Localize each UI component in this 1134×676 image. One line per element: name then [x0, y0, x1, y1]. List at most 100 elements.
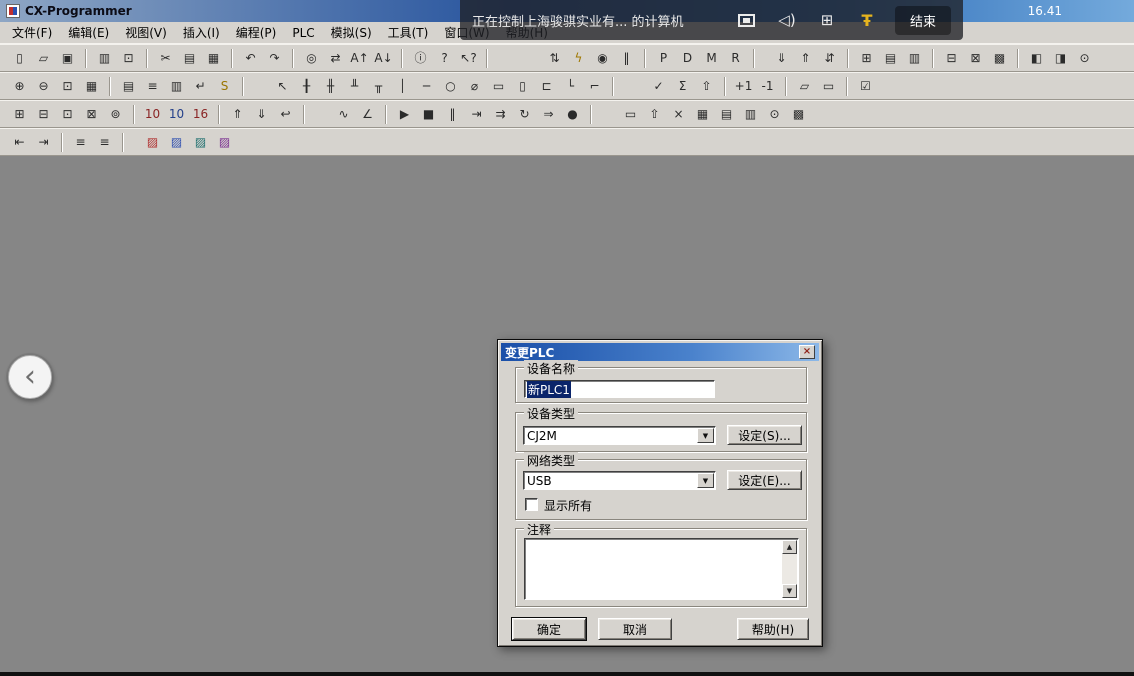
sim-run-to-cursor-button[interactable]: ⇒	[537, 103, 560, 125]
set-value-button[interactable]: ▥	[739, 103, 762, 125]
new-instruction-button[interactable]: ▭	[487, 75, 510, 97]
menu-program[interactable]: 编程(P)	[228, 21, 285, 44]
sim-breakpoint-button[interactable]: ●	[561, 103, 584, 125]
toggle-grid-button[interactable]: ▦	[80, 75, 103, 97]
replace-button[interactable]: ⇄	[324, 47, 347, 69]
cascade-windows-button[interactable]: ◨	[1049, 47, 1072, 69]
network-type-settings-button[interactable]: 设定(E)...	[727, 470, 802, 490]
clock-pulse-button[interactable]: ⊙	[763, 103, 786, 125]
new-coil-button[interactable]: ○	[439, 75, 462, 97]
monitor-hex-button[interactable]: 16	[189, 103, 212, 125]
remove-line-button[interactable]: ⌐	[583, 75, 606, 97]
chevron-down-icon[interactable]: ▼	[697, 428, 714, 443]
undo-button[interactable]: ↶	[239, 47, 262, 69]
cut-button[interactable]: ✂	[154, 47, 177, 69]
forced-reset-button[interactable]: ▨	[165, 131, 188, 153]
monitor-signed-button[interactable]: 10	[165, 103, 188, 125]
compare-with-plc-button[interactable]: ⇵	[818, 47, 841, 69]
select-mode-button[interactable]: ↖	[271, 75, 294, 97]
menu-plc[interactable]: PLC	[284, 23, 322, 43]
open-button[interactable]: ▱	[32, 47, 55, 69]
monitor-button[interactable]: ◉	[591, 47, 614, 69]
speaker-icon[interactable]: ◁)	[773, 8, 801, 32]
cross-reference-button[interactable]: ⊠	[964, 47, 987, 69]
io-monitor-button[interactable]: ▦	[691, 103, 714, 125]
address-increment-button[interactable]: +1	[732, 75, 755, 97]
search-down-button[interactable]: A↓	[372, 47, 395, 69]
io-comment-button[interactable]: ≡	[141, 75, 164, 97]
scroll-track[interactable]	[782, 554, 797, 584]
zoom-in-button[interactable]: ⊕	[8, 75, 31, 97]
next-reference-button[interactable]: ⇓	[250, 103, 273, 125]
run-mode-button[interactable]: R	[724, 47, 747, 69]
symbols-window-button[interactable]: ⊚	[104, 103, 127, 125]
symbol-list-button[interactable]: ≡	[69, 131, 92, 153]
copy-button[interactable]: ▤	[178, 47, 201, 69]
show-options-button[interactable]: ☑	[854, 75, 877, 97]
time-chart-button[interactable]: ∠	[356, 103, 379, 125]
options-window-button[interactable]: ⊙	[1073, 47, 1096, 69]
address-list-button[interactable]: ≡	[93, 131, 116, 153]
context-help-button[interactable]: ↖?	[457, 47, 480, 69]
print-preview-button[interactable]: ⊡	[117, 47, 140, 69]
refresh-values-button[interactable]: ▨	[213, 131, 236, 153]
output-window-button[interactable]: ⊟	[32, 103, 55, 125]
new-closed-coil-button[interactable]: ⌀	[463, 75, 486, 97]
chevron-down-icon[interactable]: ▼	[697, 473, 714, 488]
wrap-comment-button[interactable]: ↵	[189, 75, 212, 97]
program-check-button[interactable]: ✓	[647, 75, 670, 97]
horizontal-line-button[interactable]: ─	[415, 75, 438, 97]
debug-mode-button[interactable]: D	[676, 47, 699, 69]
io-table-button[interactable]: ⊞	[855, 47, 878, 69]
sim-step-button[interactable]: ⇥	[465, 103, 488, 125]
pause-monitor-button[interactable]: ‖	[615, 47, 638, 69]
cross-ref-window-button[interactable]: ⊠	[80, 103, 103, 125]
program-mode-button[interactable]: P	[652, 47, 675, 69]
transfer-changes-button[interactable]: ⇧	[695, 75, 718, 97]
dock-window-button[interactable]: ▭	[817, 75, 840, 97]
fb-parameter-button[interactable]: ⊏	[535, 75, 558, 97]
search-up-button[interactable]: A↑	[348, 47, 371, 69]
custom-monitor-button[interactable]: ▩	[787, 103, 810, 125]
differential-monitor-button[interactable]: ▨	[189, 131, 212, 153]
jump-back-button[interactable]: ↩	[274, 103, 297, 125]
relay-icon[interactable]: Ŧ	[853, 8, 881, 32]
rung-annotation-button[interactable]: ▥	[165, 75, 188, 97]
network-type-select[interactable]: USB ▼	[523, 471, 716, 490]
zoom-fit-button[interactable]: ⊡	[56, 75, 79, 97]
show-all-checkbox[interactable]	[525, 498, 538, 511]
transfer-from-plc-button[interactable]: ⇑	[794, 47, 817, 69]
sim-run-button[interactable]: ▶	[393, 103, 416, 125]
new-or-closed-contact-button[interactable]: ╥	[367, 75, 390, 97]
menu-simulation[interactable]: 模拟(S)	[323, 21, 380, 44]
sim-stop-button[interactable]: ■	[417, 103, 440, 125]
device-name-input[interactable]: 新PLC1	[524, 380, 715, 398]
tile-windows-button[interactable]: ◧	[1025, 47, 1048, 69]
device-type-settings-button[interactable]: 设定(S)...	[727, 425, 802, 445]
outdent-rung-button[interactable]: ⇤	[8, 131, 31, 153]
help-button[interactable]: 帮助(H)	[737, 618, 809, 640]
sim-pause-button[interactable]: ‖	[441, 103, 464, 125]
print-button[interactable]: ▥	[93, 47, 116, 69]
cancel-button[interactable]: 取消	[598, 618, 672, 640]
menu-edit[interactable]: 编辑(E)	[60, 21, 117, 44]
online-edit-begin-button[interactable]: ▭	[619, 103, 642, 125]
scroll-down-icon[interactable]: ▼	[782, 584, 797, 598]
monitor-decimal-button[interactable]: 10	[141, 103, 164, 125]
online-edit-cancel-button[interactable]: ×	[667, 103, 690, 125]
work-online-button[interactable]: ⇅	[543, 47, 566, 69]
watch-sheet-button[interactable]: ⊡	[56, 103, 79, 125]
compile-button[interactable]: Σ	[671, 75, 694, 97]
watch-window-button[interactable]: ⊟	[940, 47, 963, 69]
new-contact-button[interactable]: ╂	[295, 75, 318, 97]
menu-view[interactable]: 视图(V)	[117, 21, 175, 44]
show-section-button[interactable]: S	[213, 75, 236, 97]
forced-set-button[interactable]: ▨	[141, 131, 164, 153]
forced-status-button[interactable]: ▤	[715, 103, 738, 125]
vertical-line-button[interactable]: │	[391, 75, 414, 97]
save-button[interactable]: ▣	[56, 47, 79, 69]
symbol-table-button[interactable]: ▤	[117, 75, 140, 97]
comment-scrollbar[interactable]: ▲ ▼	[782, 540, 797, 598]
paste-button[interactable]: ▦	[202, 47, 225, 69]
menu-tools[interactable]: 工具(T)	[380, 21, 437, 44]
